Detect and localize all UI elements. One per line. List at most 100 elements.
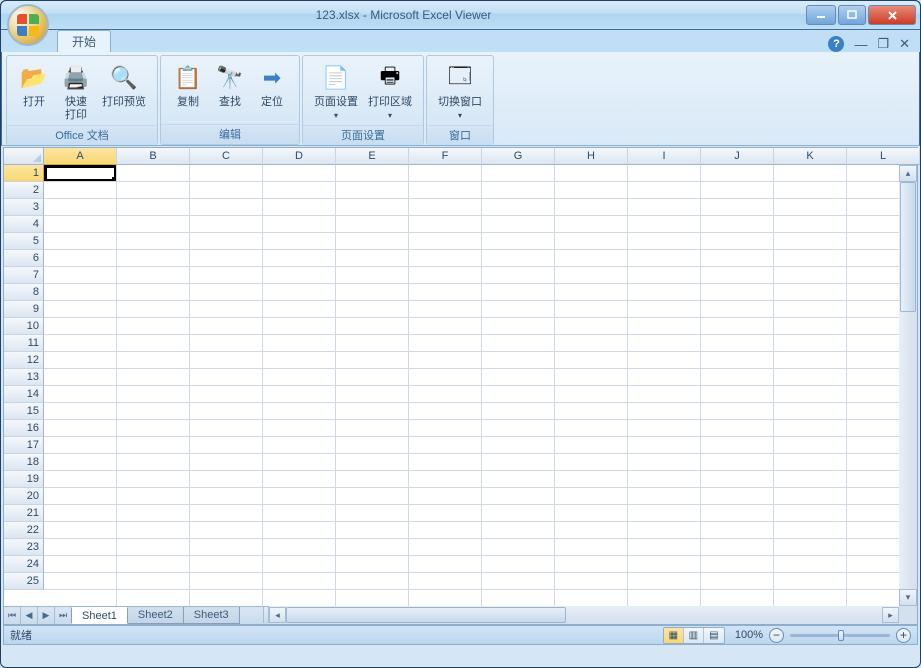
row-header[interactable]: 13 [4, 369, 44, 386]
column-header[interactable]: G [482, 148, 555, 165]
chevron-down-icon: ▾ [458, 111, 462, 120]
scroll-left-button[interactable]: ◂ [269, 607, 286, 623]
horizontal-scrollbar[interactable]: ◂ ▸ [269, 606, 899, 624]
row-header[interactable]: 18 [4, 454, 44, 471]
column-header[interactable]: D [263, 148, 336, 165]
inner-close-button[interactable]: ✕ [899, 36, 910, 52]
worksheet-grid: A B C D E F G H I J K L 1 2 3 4 5 6 7 8 … [3, 147, 918, 625]
horizontal-scroll-thumb[interactable] [286, 607, 566, 623]
row-header[interactable]: 12 [4, 352, 44, 369]
page-layout-view-button[interactable]: ▥ [684, 628, 704, 643]
find-button[interactable]: 🔭 查找 [209, 59, 251, 124]
scroll-right-button[interactable]: ▸ [882, 607, 899, 623]
zoom-in-button[interactable]: + [896, 628, 911, 643]
row-header[interactable]: 22 [4, 522, 44, 539]
ribbon: 📂 打开 🖨️ 快速 打印 🔍 打印预览 Office 文档 📋 复制 🔭 查找 [1, 52, 920, 146]
scroll-up-button[interactable]: ▴ [899, 165, 917, 182]
page-setup-button[interactable]: 📄 页面设置▾ [309, 59, 363, 125]
office-button[interactable] [7, 4, 49, 46]
ribbon-group-office-doc: 📂 打开 🖨️ 快速 打印 🔍 打印预览 Office 文档 [6, 55, 158, 145]
row-header[interactable]: 11 [4, 335, 44, 352]
zoom-slider[interactable] [790, 634, 890, 637]
scroll-down-button[interactable]: ▾ [899, 589, 917, 606]
chevron-down-icon: ▾ [334, 111, 338, 120]
row-header[interactable]: 9 [4, 301, 44, 318]
folder-open-icon: 📂 [18, 62, 50, 94]
row-header[interactable]: 17 [4, 437, 44, 454]
row-header[interactable]: 2 [4, 182, 44, 199]
sheet-tab-1[interactable]: Sheet1 [71, 607, 128, 624]
page-layout-icon: ▥ [689, 630, 698, 641]
sheet-tab-2[interactable]: Sheet2 [127, 607, 184, 624]
inner-restore-button[interactable]: ❐ [877, 36, 889, 52]
vertical-scroll-thumb[interactable] [900, 182, 916, 312]
copy-button[interactable]: 📋 复制 [167, 59, 209, 124]
row-header[interactable]: 5 [4, 233, 44, 250]
column-header[interactable]: I [628, 148, 701, 165]
row-header[interactable]: 21 [4, 505, 44, 522]
view-mode-buttons: ▦ ▥ ▤ [663, 627, 725, 644]
ribbon-group-label: Office 文档 [7, 125, 157, 145]
row-headers: 1 2 3 4 5 6 7 8 9 10 11 12 13 14 15 16 1… [4, 165, 44, 606]
row-header[interactable]: 10 [4, 318, 44, 335]
magnifier-page-icon: 🔍 [108, 62, 140, 94]
vertical-scrollbar[interactable]: ▴ ▾ [899, 165, 917, 606]
next-sheet-button[interactable]: ▶ [38, 607, 55, 624]
row-header[interactable]: 1 [4, 165, 44, 182]
first-sheet-button[interactable]: ⏮ [4, 607, 21, 624]
row-header[interactable]: 14 [4, 386, 44, 403]
title-bar: 123.xlsx - Microsoft Excel Viewer [0, 0, 921, 30]
open-button[interactable]: 📂 打开 [13, 59, 55, 125]
printer-check-icon: 🖨️ [60, 62, 92, 94]
zoom-slider-thumb[interactable] [838, 630, 844, 641]
help-icon[interactable]: ? [828, 36, 844, 52]
tab-start[interactable]: 开始 [57, 30, 111, 52]
row-header[interactable]: 20 [4, 488, 44, 505]
zoom-out-button[interactable]: − [769, 628, 784, 643]
column-headers: A B C D E F G H I J K L [44, 148, 899, 165]
row-header[interactable]: 23 [4, 539, 44, 556]
page-break-view-button[interactable]: ▤ [704, 628, 724, 643]
switch-window-button[interactable]: 🗔 切换窗口▾ [433, 59, 487, 125]
column-header[interactable]: C [190, 148, 263, 165]
last-sheet-button[interactable]: ⏭ [55, 607, 72, 624]
office-logo-icon [17, 14, 39, 36]
row-header[interactable]: 15 [4, 403, 44, 420]
row-header[interactable]: 3 [4, 199, 44, 216]
minimize-button[interactable] [806, 5, 836, 25]
status-ready: 就绪 [10, 627, 663, 643]
normal-view-button[interactable]: ▦ [664, 628, 684, 643]
column-header[interactable]: H [555, 148, 628, 165]
column-header[interactable]: K [774, 148, 847, 165]
row-header[interactable]: 7 [4, 267, 44, 284]
cells-area[interactable] [44, 165, 899, 606]
page-break-icon: ▤ [709, 630, 718, 641]
print-preview-button[interactable]: 🔍 打印预览 [97, 59, 151, 125]
column-header[interactable]: E [336, 148, 409, 165]
page-setup-icon: 📄 [320, 62, 352, 94]
column-header[interactable]: L [847, 148, 920, 165]
close-button[interactable] [868, 5, 916, 25]
quick-print-button[interactable]: 🖨️ 快速 打印 [55, 59, 97, 125]
prev-sheet-button[interactable]: ◀ [21, 607, 38, 624]
copy-icon: 📋 [172, 62, 204, 94]
row-header[interactable]: 4 [4, 216, 44, 233]
ribbon-minimize-button[interactable]: — [854, 37, 867, 52]
row-header[interactable]: 8 [4, 284, 44, 301]
row-header[interactable]: 16 [4, 420, 44, 437]
maximize-button[interactable] [838, 5, 866, 25]
zoom-percentage[interactable]: 100% [735, 629, 763, 641]
print-area-button[interactable]: 🖶 打印区域▾ [363, 59, 417, 125]
row-header[interactable]: 25 [4, 573, 44, 590]
row-header[interactable]: 24 [4, 556, 44, 573]
ribbon-tabstrip: 开始 ? — ❐ ✕ [0, 30, 921, 52]
column-header[interactable]: F [409, 148, 482, 165]
select-all-corner[interactable] [4, 148, 44, 165]
column-header[interactable]: B [117, 148, 190, 165]
column-header[interactable]: J [701, 148, 774, 165]
row-header[interactable]: 19 [4, 471, 44, 488]
row-header[interactable]: 6 [4, 250, 44, 267]
sheet-tab-3[interactable]: Sheet3 [183, 607, 240, 624]
goto-button[interactable]: ➡ 定位 [251, 59, 293, 124]
column-header[interactable]: A [44, 148, 117, 165]
